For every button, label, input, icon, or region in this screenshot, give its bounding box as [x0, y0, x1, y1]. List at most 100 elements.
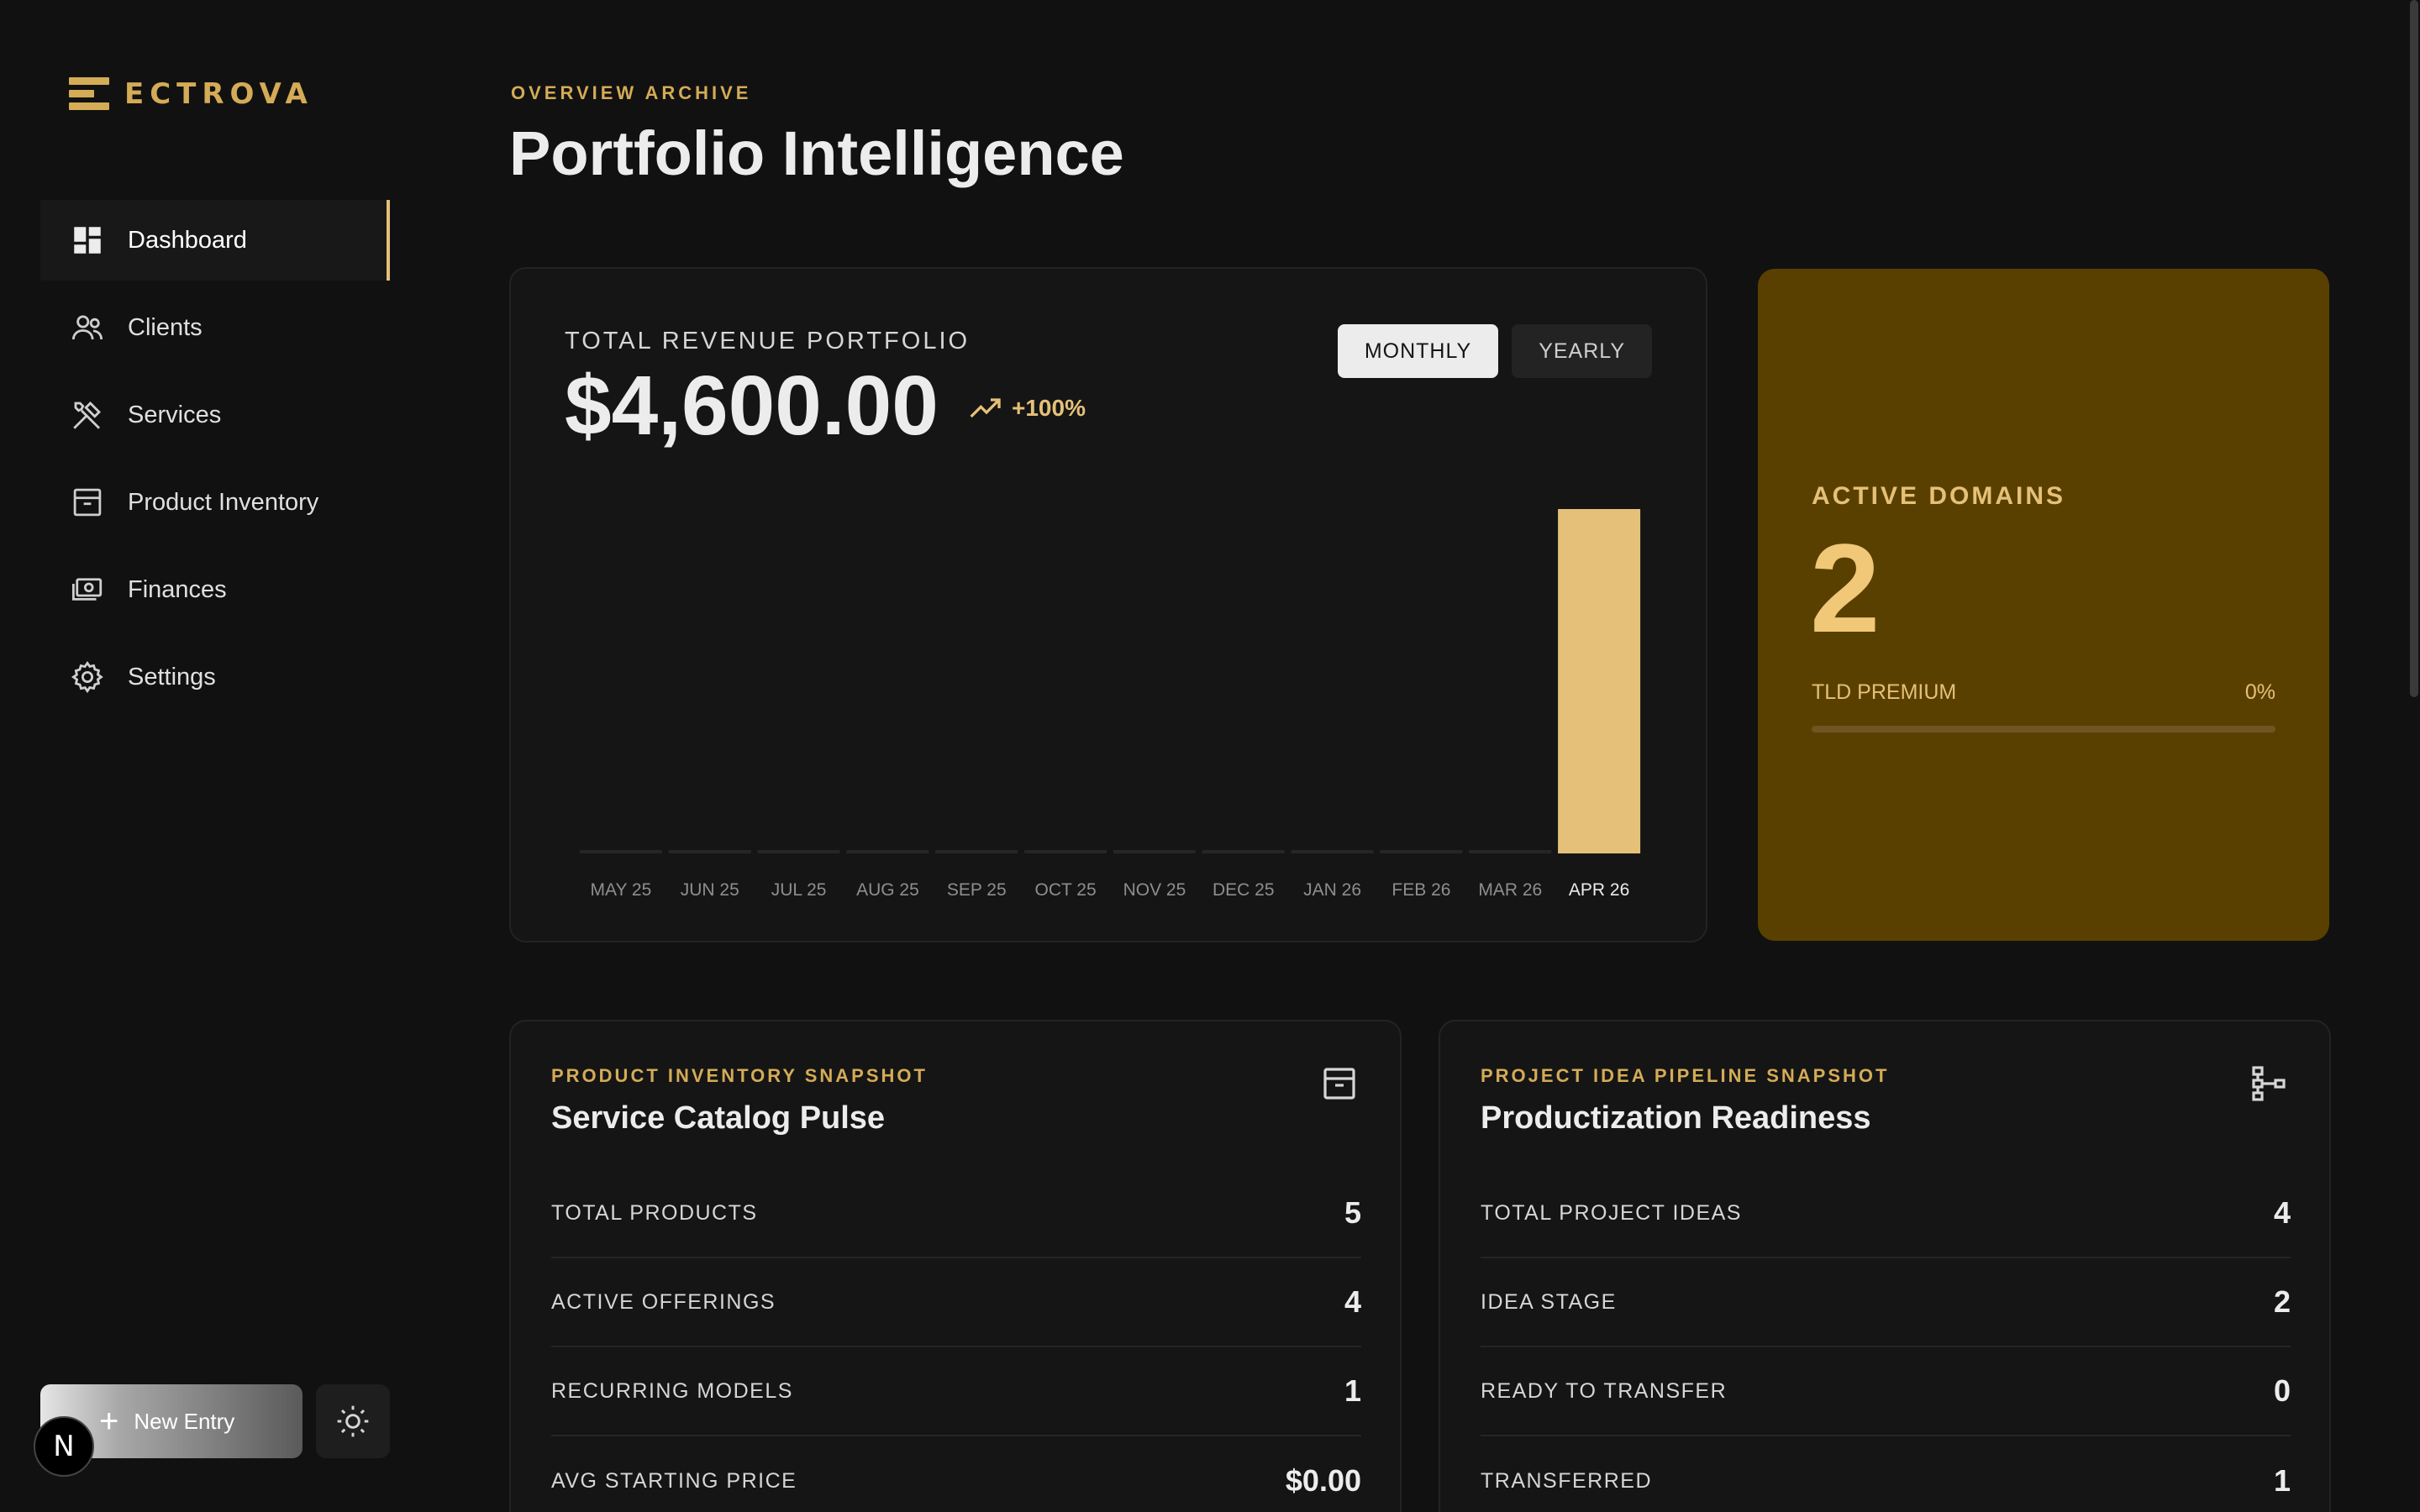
stat-label: READY TO TRANSFER: [1481, 1378, 1728, 1403]
inventory-eyebrow: PRODUCT INVENTORY SNAPSHOT: [551, 1065, 928, 1086]
tools-icon: [69, 396, 106, 433]
chart-tick-label: JAN 26: [1303, 880, 1361, 900]
money-icon: [69, 571, 106, 608]
chart-tick-label: OCT 25: [1035, 880, 1097, 900]
chart-bar-may-25[interactable]: [579, 850, 662, 853]
stat-value: 4: [1344, 1284, 1361, 1319]
stat-label: AVG STARTING PRICE: [551, 1468, 797, 1493]
sidebar-item-label: Dashboard: [128, 226, 247, 254]
scrollbar-thumb[interactable]: [2410, 0, 2418, 697]
monthly-toggle[interactable]: MONTHLY: [1337, 324, 1499, 378]
page-scrollbar[interactable]: [2408, 0, 2420, 697]
stat-row: TOTAL PROJECT IDEAS 4: [1481, 1169, 2291, 1258]
trend-value: +100%: [1012, 395, 1086, 421]
revenue-card: TOTAL REVENUE PORTFOLIO $4,600.00 +100% …: [509, 267, 1707, 942]
trend-up-icon: [970, 398, 1001, 418]
stat-value: 2: [2273, 1284, 2291, 1319]
period-toggle: MONTHLY YEARLY: [1337, 324, 1652, 378]
sidebar-nav: Dashboard Clients Services Product Inven…: [40, 200, 390, 724]
stat-value: $0.00: [1285, 1463, 1361, 1498]
revenue-label: TOTAL REVENUE PORTFOLIO: [565, 328, 971, 354]
theme-toggle-button[interactable]: [316, 1384, 390, 1458]
chart-tick-label: MAR 26: [1478, 880, 1542, 900]
sidebar-item-label: Product Inventory: [128, 488, 319, 516]
active-domains-card: ACTIVE DOMAINS 2 TLD PREMIUM 0%: [1758, 269, 2329, 941]
chart-bar-mar-26[interactable]: [1469, 850, 1552, 853]
stat-row: IDEA STAGE 2: [1481, 1258, 2291, 1347]
logo-mark-icon: [69, 77, 109, 111]
chart-bar-jan-26[interactable]: [1291, 850, 1374, 853]
brand-logo[interactable]: ECTROVA: [69, 77, 313, 111]
new-entry-label: New Entry: [134, 1408, 235, 1434]
stat-row: TOTAL PRODUCTS 5: [551, 1169, 1361, 1258]
tld-premium-value: 0%: [2244, 680, 2275, 704]
revenue-chart: MAY 25 JUN 25 JUL 25 AUG 25 SEP 25 OCT 25 NOV …: [576, 496, 1644, 916]
stat-row: AVG STARTING PRICE $0.00: [551, 1436, 1361, 1512]
sidebar-item-dashboard[interactable]: Dashboard: [40, 200, 390, 281]
chart-bar-nov-25[interactable]: [1113, 850, 1196, 853]
stat-row: READY TO TRANSFER 0: [1481, 1347, 2291, 1436]
stat-value: 4: [2273, 1195, 2291, 1230]
chart-bar-dec-25[interactable]: [1202, 850, 1285, 853]
stat-label: ACTIVE OFFERINGS: [551, 1289, 776, 1314]
pipeline-rows: TOTAL PROJECT IDEAS 4 IDEA STAGE 2 READY T…: [1481, 1169, 2291, 1512]
dashboard-icon: [69, 222, 106, 259]
sidebar-item-label: Clients: [128, 313, 203, 341]
revenue-bar-chart: MAY 25 JUN 25 JUL 25 AUG 25 SEP 25 OCT 25 NOV …: [579, 509, 1641, 900]
chart-tick-label: JUN 25: [681, 880, 739, 900]
stat-value: 5: [1344, 1195, 1361, 1230]
stat-value: 1: [1344, 1373, 1361, 1408]
stat-label: TOTAL PROJECT IDEAS: [1481, 1200, 1742, 1225]
stat-value: 1: [2273, 1463, 2291, 1498]
chart-bar-sep-25[interactable]: [935, 850, 1018, 853]
inventory-title: Service Catalog Pulse: [551, 1100, 886, 1136]
badge-letter: N: [53, 1430, 75, 1463]
plus-icon: +: [99, 1403, 119, 1440]
tld-premium-label: TLD PREMIUM: [1812, 680, 1957, 704]
sidebar-item-finances[interactable]: Finances: [40, 549, 390, 630]
sidebar-item-label: Services: [128, 401, 222, 428]
sidebar-item-label: Finances: [128, 575, 227, 603]
pipeline-snapshot-card: PROJECT IDEA PIPELINE SNAPSHOT Productiz…: [1439, 1020, 2331, 1512]
yearly-toggle[interactable]: YEARLY: [1512, 324, 1652, 378]
chart-bar-feb-26[interactable]: [1380, 850, 1463, 853]
domains-label: ACTIVE DOMAINS: [1812, 482, 2066, 510]
sidebar-item-settings[interactable]: Settings: [40, 637, 390, 717]
stat-row: ACTIVE OFFERINGS 4: [551, 1258, 1361, 1347]
chart-tick-label: DEC 25: [1213, 880, 1275, 900]
page-eyebrow: OVERVIEW ARCHIVE: [511, 82, 752, 103]
sidebar-item-services[interactable]: Services: [40, 375, 390, 455]
chart-tick-label: MAY 25: [591, 880, 652, 900]
domains-value: 2: [1810, 517, 1881, 659]
dev-badge[interactable]: N: [34, 1416, 94, 1477]
stat-row: TRANSFERRED 1: [1481, 1436, 2291, 1512]
tld-premium-row: TLD PREMIUM 0%: [1812, 680, 2275, 705]
chart-tick-label: JUL 25: [771, 880, 827, 900]
chart-tick-label: SEP 25: [947, 880, 1007, 900]
tld-premium-progress: [1812, 726, 2275, 732]
stat-label: RECURRING MODELS: [551, 1378, 793, 1403]
pipeline-eyebrow: PROJECT IDEA PIPELINE SNAPSHOT: [1481, 1065, 1890, 1086]
sun-icon: [337, 1405, 369, 1437]
chart-bar-oct-25[interactable]: [1024, 850, 1107, 853]
users-icon: [69, 309, 106, 346]
inventory-snapshot-card: PRODUCT INVENTORY SNAPSHOT Service Catal…: [509, 1020, 1402, 1512]
chart-tick-label: AUG 25: [856, 880, 919, 900]
chart-bar-jun-25[interactable]: [668, 850, 751, 853]
archive-icon: [69, 484, 106, 521]
pipeline-title: Productization Readiness: [1481, 1100, 1871, 1136]
inventory-rows: TOTAL PRODUCTS 5 ACTIVE OFFERINGS 4 RECURR…: [551, 1169, 1361, 1512]
sidebar-item-clients[interactable]: Clients: [40, 287, 390, 368]
brand-name: ECTROVA: [124, 77, 313, 111]
stat-row: RECURRING MODELS 1: [551, 1347, 1361, 1436]
chart-bar-jul-25[interactable]: [757, 850, 840, 853]
archive-icon: [1323, 1068, 1355, 1100]
sidebar-item-product-inventory[interactable]: Product Inventory: [40, 462, 390, 543]
gear-icon: [69, 659, 106, 696]
revenue-trend: +100%: [970, 395, 1086, 422]
stat-label: TRANSFERRED: [1481, 1468, 1653, 1493]
chart-bar-apr-26[interactable]: [1558, 509, 1641, 853]
chart-tick-label: APR 26: [1569, 880, 1629, 900]
chart-bar-aug-25[interactable]: [846, 850, 929, 853]
hierarchy-icon: [2252, 1066, 2286, 1101]
